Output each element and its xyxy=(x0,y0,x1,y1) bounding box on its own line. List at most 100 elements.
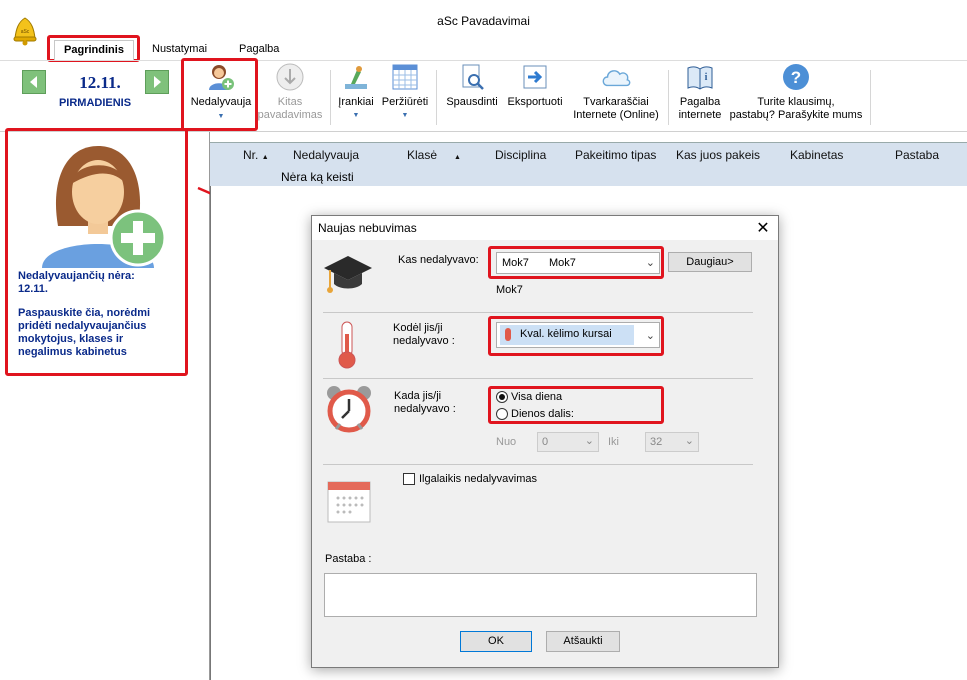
tab-label: Pagrindinis xyxy=(64,44,124,56)
help-book-icon: i xyxy=(684,62,716,92)
arrow-down-icon xyxy=(274,62,306,92)
who-value-a: Mok7 xyxy=(502,257,529,269)
online-timetables-button[interactable]: Tvarkaraščiai Internete (Online) xyxy=(567,62,665,122)
ribbon-separator xyxy=(330,70,331,125)
note-textarea[interactable] xyxy=(324,573,757,617)
sort-up-icon: ▲ xyxy=(454,154,461,161)
tab-label: Pagalba xyxy=(239,43,280,55)
tab-nustatymai[interactable]: Nustatymai xyxy=(152,40,207,60)
chevron-left-icon xyxy=(30,76,37,88)
cancel-button[interactable]: Atšaukti xyxy=(546,631,620,652)
feedback-button[interactable]: ? Turite klausimų, pastabų? Parašykite m… xyxy=(727,62,865,122)
svg-text:aSc: aSc xyxy=(21,29,30,35)
col-subject[interactable]: Disciplina xyxy=(495,148,546,162)
why-label-2: nedalyvavo : xyxy=(393,335,455,347)
why-combo[interactable]: Kval. kėlimo kursai ⌄ xyxy=(496,322,660,348)
who-sub-value: Mok7 xyxy=(496,284,523,296)
export-label: Eksportuoti xyxy=(507,96,563,108)
feedback-label-2: pastabų? Parašykite mums xyxy=(729,109,863,121)
when-label-1: Kada jis/ji xyxy=(394,390,442,402)
ribbon-separator xyxy=(436,70,437,125)
calendar-icon xyxy=(326,478,372,524)
online-help-button[interactable]: i Pagalba internete xyxy=(672,62,728,122)
col-absent[interactable]: Nedalyvauja xyxy=(293,148,359,162)
col-replacement[interactable]: Kas juos pakeis xyxy=(676,148,760,162)
person-add-icon xyxy=(205,62,237,92)
whole-day-label: Visa diena xyxy=(511,391,563,403)
whole-day-radio[interactable]: Visa diena xyxy=(496,391,562,403)
who-value-b: Mok7 xyxy=(549,257,576,269)
print-label: Spausdinti xyxy=(446,96,498,108)
more-button-label: Daugiau> xyxy=(686,256,734,268)
tab-pagrindinis[interactable]: Pagrindinis xyxy=(54,40,134,60)
print-button[interactable]: Spausdinti xyxy=(442,62,502,109)
export-button[interactable]: Eksportuoti xyxy=(503,62,567,109)
to-value: 32 xyxy=(650,436,663,448)
teacher-avatar-icon xyxy=(38,140,168,270)
left-panel-date: 12.11. xyxy=(18,283,48,295)
no-absent-text: Nedalyvaujančių nėra: xyxy=(18,270,135,282)
dropdown-arrow-icon: ▼ xyxy=(401,112,409,119)
prev-day-button[interactable] xyxy=(22,70,46,94)
help-label-1: Pagalba xyxy=(679,96,721,108)
part-day-radio[interactable]: Dienos dalis: xyxy=(496,408,574,420)
add-absent-hint: Paspauskite čia, norėdmi pridėti nedalyv… xyxy=(18,307,151,358)
online-label-2: Internete (Online) xyxy=(573,109,659,121)
col-class[interactable]: Klasė ▲ xyxy=(407,148,461,162)
tools-icon xyxy=(340,62,372,92)
section-divider xyxy=(323,464,753,465)
section-divider xyxy=(323,312,753,313)
feedback-label-1: Turite klausimų, xyxy=(757,96,835,108)
view-label: Peržiūrėti xyxy=(381,96,429,108)
col-label: Nr. xyxy=(243,148,259,162)
help-label-2: internete xyxy=(678,109,722,121)
view-button[interactable]: Peržiūrėti ▼ xyxy=(381,62,429,122)
tools-button[interactable]: Įrankiai ▼ xyxy=(333,62,379,122)
other-label-2: pavadavimas xyxy=(257,109,323,121)
dialog-title: Naujas nebuvimas xyxy=(318,221,417,235)
why-value: Kval. kėlimo kursai xyxy=(520,328,612,340)
col-change-type[interactable]: Pakeitimo tipas xyxy=(575,148,656,162)
table-view-icon xyxy=(389,62,421,92)
question-icon: ? xyxy=(780,62,812,92)
tab-pagalba[interactable]: Pagalba xyxy=(239,40,279,60)
other-label-1: Kitas xyxy=(277,96,303,108)
graduation-cap-icon xyxy=(322,250,374,298)
from-label: Nuo xyxy=(496,436,517,448)
to-label: Iki xyxy=(608,436,619,448)
cancel-label: Atšaukti xyxy=(563,635,603,647)
to-select: 32 ⌄ xyxy=(645,432,699,452)
who-label: Kas nedalyvavo: xyxy=(398,254,479,266)
col-nr[interactable]: Nr. ▲ xyxy=(243,148,269,162)
radio-unselected xyxy=(496,408,508,420)
col-label: Klasė xyxy=(407,148,438,162)
chevron-down-icon: ⌄ xyxy=(684,435,694,447)
ok-button[interactable]: OK xyxy=(460,631,532,652)
ribbon-separator xyxy=(870,70,871,125)
print-preview-icon xyxy=(456,62,488,92)
dropdown-arrow-icon: ▼ xyxy=(217,113,225,120)
next-day-button[interactable] xyxy=(145,70,169,94)
weekday-label: PIRMADIENIS xyxy=(58,97,132,109)
from-select: 0 ⌄ xyxy=(537,432,599,452)
ribbon-separator xyxy=(668,70,669,125)
chevron-down-icon: ⌄ xyxy=(645,257,655,269)
thermometer-small-icon xyxy=(505,328,511,341)
svg-text:i: i xyxy=(705,72,708,83)
tools-label: Įrankiai xyxy=(338,96,374,108)
long-term-checkbox[interactable]: Ilgalaikis nedalyvavimas xyxy=(403,473,537,485)
note-label: Pastaba : xyxy=(325,553,372,565)
col-room[interactable]: Kabinetas xyxy=(790,148,843,162)
absent-button[interactable]: Nedalyvauja ▼ xyxy=(186,62,256,123)
more-button[interactable]: Daugiau> xyxy=(668,252,752,272)
who-combo[interactable]: Mok7 Mok7 ⌄ xyxy=(496,252,660,274)
other-substitution-button: Kitas pavadavimas xyxy=(255,62,325,122)
checkbox-box xyxy=(403,473,415,485)
col-note[interactable]: Pastaba xyxy=(895,148,939,162)
from-value: 0 xyxy=(542,436,549,448)
radio-selected xyxy=(496,391,508,403)
chevron-down-icon: ⌄ xyxy=(645,330,655,342)
close-icon[interactable]: ✕ xyxy=(754,218,772,238)
tab-label: Nustatymai xyxy=(152,43,208,55)
menu-divider xyxy=(0,60,967,61)
